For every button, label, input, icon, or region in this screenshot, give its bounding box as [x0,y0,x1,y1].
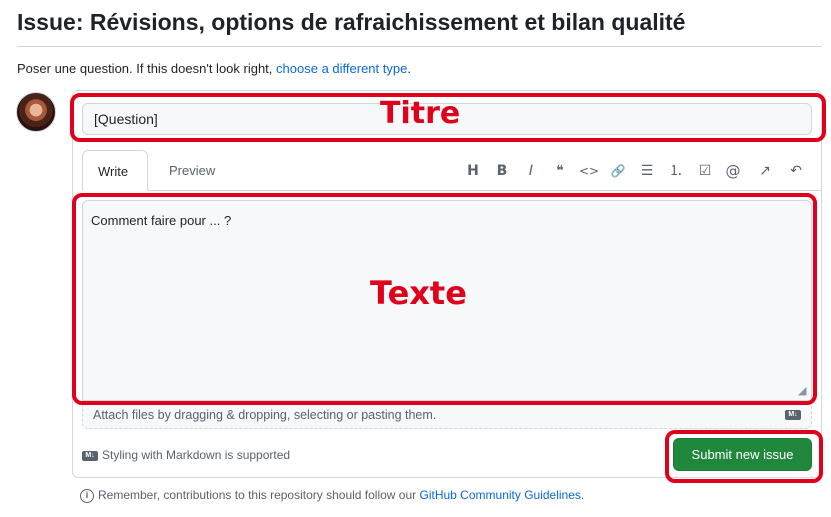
guidelines-end: . [580,488,585,502]
reference-icon[interactable]: ↗ [754,161,776,181]
bold-icon[interactable]: B [491,161,513,181]
community-guidelines-link[interactable]: GitHub Community Guidelines [420,488,581,502]
issue-type-text: Poser une question. If this doesn't look… [17,61,277,76]
link-icon[interactable]: 🔗 [607,161,629,181]
annotation-text-label: Texte [370,274,467,312]
tabs-divider [148,190,822,191]
bullet-list-icon[interactable]: ☰ [636,161,658,181]
quote-icon[interactable]: ❝ [549,161,571,181]
mention-icon[interactable]: @ [722,161,744,181]
annotation-title-label: Titre [380,96,461,131]
title-divider [17,46,822,47]
numbered-list-icon[interactable]: ⒈ [665,161,687,181]
avatar [16,92,56,132]
markdown-support-note[interactable]: M↓ Styling with Markdown is supported [82,448,290,462]
choose-different-type-link[interactable]: choose a different type [276,61,407,76]
markdown-icon: M↓ [82,450,98,461]
task-list-icon[interactable]: ☑ [694,161,716,181]
page-title: Issue: Révisions, options de rafraichiss… [17,9,686,35]
tab-preview[interactable]: Preview [154,150,230,191]
submit-new-issue-button[interactable]: Submit new issue [673,438,812,471]
attach-files-bar[interactable]: Attach files by dragging & dropping, sel… [82,401,812,429]
info-icon: i [80,488,94,503]
community-guidelines-note: i Remember, contributions to this reposit… [80,488,584,503]
heading-icon[interactable]: H [462,161,484,181]
tab-write[interactable]: Write [82,150,148,191]
markdown-icon: M↓ [785,410,801,420]
code-icon[interactable]: <> [578,161,600,181]
resize-grip-icon[interactable]: ◢ [798,385,810,397]
issue-type-note: Poser une question. If this doesn't look… [17,61,411,76]
issue-type-end: . [407,61,411,76]
markdown-support-text: Styling with Markdown is supported [102,448,291,462]
italic-icon[interactable]: I [520,161,542,181]
undo-icon[interactable]: ↶ [785,161,807,181]
guidelines-text: Remember, contributions to this reposito… [98,488,420,502]
attach-files-text: Attach files by dragging & dropping, sel… [93,408,437,422]
